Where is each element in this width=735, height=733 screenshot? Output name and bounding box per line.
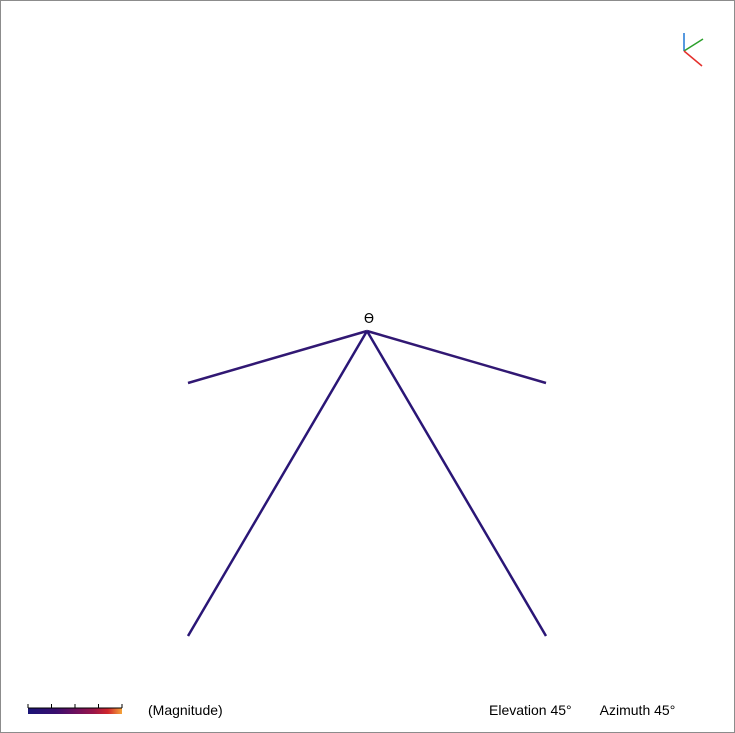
node-marker: ϴ [363, 312, 375, 327]
colorbar [27, 704, 123, 714]
3d-viewport[interactable]: ϴ (Magnitude) Elevation 45° Azimuth 45° [0, 0, 735, 733]
elevation-readout: Elevation 45° [489, 702, 572, 718]
view-angles: Elevation 45° Azimuth 45° [489, 702, 675, 718]
left-lower-element [186, 330, 369, 637]
structure-plot [186, 33, 548, 637]
x-axis-line [683, 50, 703, 67]
azimuth-readout: Azimuth 45° [599, 702, 676, 718]
colorbar-gradient [28, 708, 122, 714]
colorbar-label: (Magnitude) [148, 702, 223, 718]
y-axis-line [683, 38, 704, 52]
axis-triad [683, 33, 704, 67]
right-lower-element [365, 330, 548, 637]
